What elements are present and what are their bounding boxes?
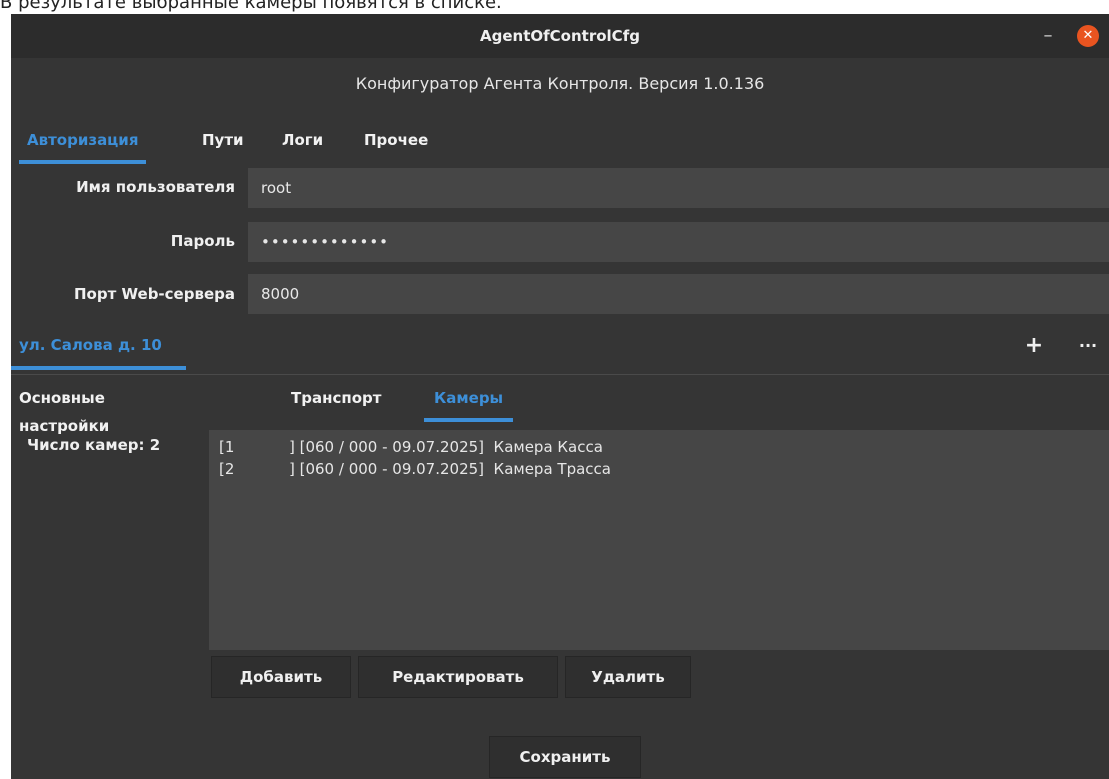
tab-authorization[interactable]: Авторизация (18, 126, 147, 164)
list-item[interactable]: [2 ] [060 / 000 - 09.07.2025] Камера Трас… (219, 460, 611, 480)
subtab-transport[interactable]: Транспорт (291, 384, 381, 422)
username-field[interactable]: root (248, 168, 1109, 208)
list-item[interactable]: [1 ] [060 / 000 - 09.07.2025] Камера Касс… (219, 438, 603, 458)
site-tab-bar: ул. Салова д. 10 + ··· (11, 326, 1109, 374)
section-divider (11, 374, 1109, 375)
site-tab[interactable]: ул. Салова д. 10 (19, 336, 162, 354)
more-options-icon[interactable]: ··· (1076, 334, 1100, 358)
add-camera-button[interactable]: Добавить (211, 656, 351, 698)
camera-count-label: Число камер: 2 (27, 436, 161, 454)
site-tab-indicator (11, 366, 186, 370)
camera-list[interactable]: [1 ] [060 / 000 - 09.07.2025] Камера Касс… (209, 430, 1109, 650)
delete-camera-button[interactable]: Удалить (565, 656, 691, 698)
window-title: AgentOfControlCfg (480, 27, 640, 45)
tab-other[interactable]: Прочее (364, 126, 428, 164)
minimize-icon[interactable]: – (1036, 24, 1060, 48)
subtab-main-settings[interactable]: Основные настройки (19, 384, 109, 435)
camera-index: [2 (219, 460, 235, 478)
tab-logs[interactable]: Логи (282, 126, 323, 164)
app-window: AgentOfControlCfg – ✕ Конфигуратор Агент… (11, 14, 1109, 779)
subtab-cameras[interactable]: Камеры (423, 384, 514, 422)
close-icon[interactable]: ✕ (1077, 25, 1099, 47)
page-caption: В результате выбранные камеры появятся в… (0, 0, 502, 13)
add-site-icon[interactable]: + (1022, 334, 1046, 358)
tab-paths[interactable]: Пути (202, 126, 244, 164)
title-bar: AgentOfControlCfg – ✕ (11, 14, 1109, 58)
web-port-field[interactable]: 8000 (248, 274, 1109, 314)
camera-index: [1 (219, 438, 235, 456)
password-label: Пароль (170, 232, 235, 250)
edit-camera-button[interactable]: Редактировать (358, 656, 558, 698)
web-port-label: Порт Web-сервера (74, 285, 235, 303)
username-label: Имя пользователя (76, 178, 235, 196)
password-field[interactable]: ••••••••••••• (248, 222, 1109, 262)
save-button[interactable]: Сохранить (489, 736, 641, 778)
app-version-title: Конфигуратор Агента Контроля. Версия 1.0… (355, 74, 765, 93)
camera-description: ] [060 / 000 - 09.07.2025] Камера Трасса (289, 460, 611, 478)
camera-description: ] [060 / 000 - 09.07.2025] Камера Касса (289, 438, 603, 456)
